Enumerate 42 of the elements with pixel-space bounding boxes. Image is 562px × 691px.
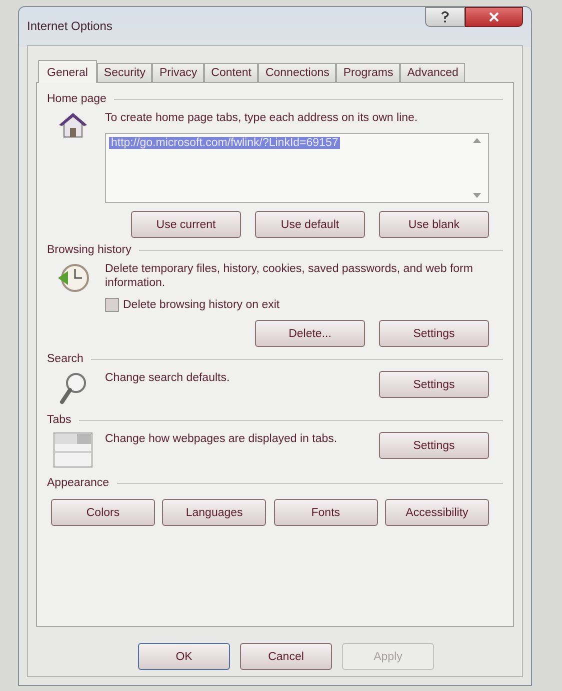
tab[interactable]: Advanced — [400, 63, 466, 82]
tab[interactable]: Security — [96, 63, 152, 82]
button[interactable]: Use default — [255, 211, 365, 238]
button[interactable]: Settings — [379, 432, 489, 459]
description-text: Change how webpages are displayed in tabs. — [105, 432, 338, 446]
scroll-down-icon[interactable] — [473, 193, 481, 199]
button[interactable]: Fonts — [274, 499, 378, 526]
scroll-up-icon[interactable] — [473, 137, 481, 143]
search-icon — [58, 371, 88, 405]
tab[interactable]: Programs — [336, 63, 400, 82]
button[interactable]: Settings — [379, 320, 489, 347]
button[interactable]: OK — [138, 643, 230, 670]
button[interactable]: Delete... — [255, 320, 365, 347]
button[interactable]: Settings — [379, 371, 489, 398]
tabbed-window-icon — [53, 432, 93, 468]
checkbox[interactable] — [105, 298, 119, 312]
clock-arrow-icon — [56, 262, 90, 294]
section-heading: Tabs — [47, 414, 72, 426]
button[interactable]: Accessibility — [384, 499, 489, 526]
window-title: Internet Options — [27, 19, 112, 33]
close-icon — [489, 12, 499, 22]
description-text: Delete temporary files, history, cookies, saved passwords, and web form information. — [105, 262, 474, 290]
section-heading: Home page — [47, 93, 106, 105]
instruction-text: To create home page tabs, type each address on its own line. — [105, 111, 419, 125]
button[interactable]: Use blank — [379, 211, 489, 238]
description-text: Change search defaults. — [105, 371, 230, 385]
button[interactable]: Cancel — [240, 643, 332, 670]
tab[interactable]: Privacy — [152, 63, 204, 82]
button[interactable]: Languages — [162, 499, 266, 526]
tab[interactable]: General — [38, 60, 97, 83]
house-icon — [58, 111, 88, 139]
tab[interactable]: Connections — [258, 63, 336, 82]
button[interactable]: Colors — [51, 499, 155, 526]
checkbox-label[interactable]: Delete browsing history on exit — [123, 299, 280, 311]
question-mark-icon — [441, 11, 449, 23]
close-button[interactable] — [465, 7, 523, 27]
section-heading: Browsing history — [47, 244, 132, 256]
tab[interactable]: Content — [204, 63, 258, 82]
section-heading: Appearance — [47, 477, 110, 489]
help-button[interactable] — [425, 7, 465, 27]
button[interactable]: Use current — [131, 211, 241, 238]
section-heading: Search — [47, 353, 84, 365]
